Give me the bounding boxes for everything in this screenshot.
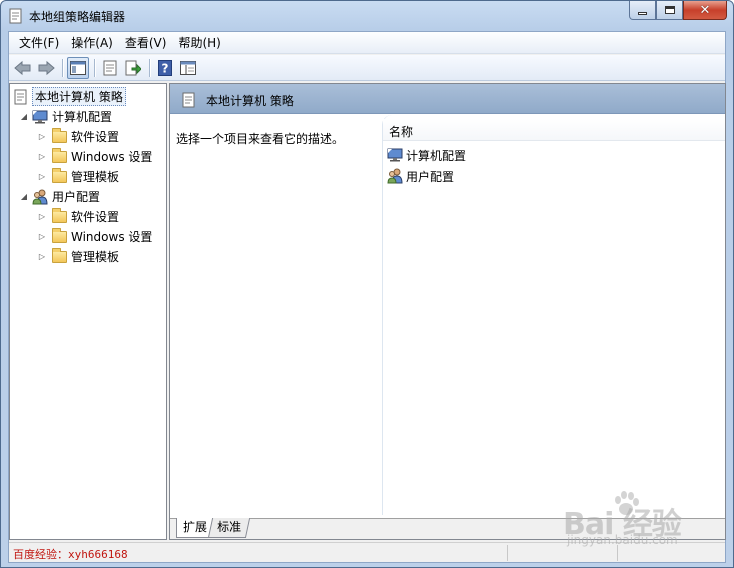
- computer-icon: [387, 148, 403, 162]
- tree-item-label: Windows 设置: [71, 230, 153, 244]
- tree-item-label: 软件设置: [71, 210, 120, 224]
- tree-item-admin-templates[interactable]: ▷ 管理模板: [38, 167, 119, 186]
- properties-button[interactable]: [99, 57, 121, 79]
- tree-item-user-software-settings[interactable]: ▷ 软件设置: [38, 207, 119, 226]
- caption-buttons: ✕: [629, 1, 727, 21]
- list-item-label: 计算机配置: [406, 148, 467, 163]
- tree-item-label: 用户配置: [52, 190, 101, 204]
- tree-item-label: Windows 设置: [71, 150, 153, 164]
- help-button[interactable]: ?: [154, 57, 176, 79]
- folder-icon: [52, 207, 67, 223]
- users-icon: [32, 189, 48, 204]
- tree-item-label: 计算机配置: [52, 110, 113, 124]
- properties-icon: [103, 60, 117, 75]
- show-hide-tree-icon: [70, 60, 86, 75]
- status-bar: 百度经验：xyh666168: [9, 542, 725, 562]
- folder-icon: [52, 127, 67, 143]
- client-area: 文件(F) 操作(A) 查看(V) 帮助(H) ? 本地计算机 策略 ◢ 计算机…: [8, 31, 726, 563]
- back-icon: [14, 60, 31, 75]
- toolbar-separator: [62, 58, 63, 77]
- column-header-name[interactable]: 名称: [383, 119, 725, 141]
- tree-item-software-settings[interactable]: ▷ 软件设置: [38, 127, 119, 146]
- svg-text:?: ?: [162, 61, 169, 75]
- collapse-arrow-icon[interactable]: ◢: [20, 192, 28, 201]
- expand-arrow-icon[interactable]: ▷: [38, 252, 46, 261]
- folder-icon: [52, 167, 67, 183]
- expand-arrow-icon[interactable]: ▷: [38, 132, 46, 141]
- export-list-button[interactable]: [122, 57, 144, 79]
- tree-item-root[interactable]: 本地计算机 策略: [14, 87, 126, 106]
- list-item-label: 用户配置: [406, 169, 455, 184]
- items-list[interactable]: 名称 计算机配置 用户配置: [382, 115, 725, 515]
- content-header-title: 本地计算机 策略: [206, 94, 294, 108]
- tree-item-label: 软件设置: [71, 130, 120, 144]
- menu-bar: 文件(F) 操作(A) 查看(V) 帮助(H): [9, 32, 725, 54]
- close-icon: ✕: [699, 2, 711, 18]
- folder-icon: [52, 147, 67, 163]
- policy-editor-icon: [9, 8, 22, 24]
- tab-standard-label: 标准: [217, 520, 242, 534]
- extended-view-button[interactable]: [177, 57, 199, 79]
- app-window: 本地组策略编辑器 ✕ 文件(F) 操作(A) 查看(V) 帮助(H) ? 本地计…: [0, 0, 734, 568]
- policy-document-icon: [182, 92, 195, 108]
- back-button[interactable]: [12, 57, 34, 79]
- help-icon: ?: [158, 59, 172, 76]
- tab-standard[interactable]: 标准: [207, 518, 251, 538]
- show-hide-tree-button[interactable]: [67, 56, 89, 79]
- policy-document-icon: [14, 89, 27, 104]
- maximize-icon: [664, 6, 675, 14]
- tree-item-user-admin-templates[interactable]: ▷ 管理模板: [38, 247, 119, 266]
- view-tabs: 扩展 标准: [170, 518, 725, 539]
- users-icon: [387, 168, 403, 184]
- menu-file[interactable]: 文件(F): [13, 33, 65, 53]
- maximize-button[interactable]: [656, 1, 683, 20]
- forward-icon: [38, 60, 55, 75]
- content-header: 本地计算机 策略: [170, 84, 725, 114]
- close-button[interactable]: ✕: [683, 1, 727, 20]
- description-text: 选择一个项目来查看它的描述。: [176, 132, 345, 146]
- tree-item-computer-config[interactable]: ◢ 计算机配置: [20, 107, 112, 126]
- status-text: 百度经验：xyh666168: [13, 548, 128, 561]
- menu-action[interactable]: 操作(A): [65, 33, 119, 53]
- expand-arrow-icon[interactable]: ▷: [38, 212, 46, 221]
- tree-item-user-config[interactable]: ◢ 用户配置: [20, 187, 100, 206]
- tree-item-windows-settings[interactable]: ▷ Windows 设置: [38, 147, 152, 166]
- window-title: 本地组策略编辑器: [29, 10, 126, 24]
- content-pane: 本地计算机 策略 选择一个项目来查看它的描述。 名称 计算机配置 用户配置 扩展…: [169, 83, 726, 540]
- expand-arrow-icon[interactable]: ▷: [38, 232, 46, 241]
- list-item-user-config[interactable]: 用户配置: [387, 166, 454, 186]
- minimize-icon: [638, 11, 647, 15]
- tree-item-label: 管理模板: [71, 170, 120, 184]
- folder-icon: [52, 247, 67, 263]
- toolbar-separator: [94, 58, 95, 77]
- title-bar[interactable]: 本地组策略编辑器 ✕: [1, 1, 733, 31]
- folder-icon: [52, 227, 67, 243]
- menu-view[interactable]: 查看(V): [119, 33, 173, 53]
- toolbar: ?: [9, 55, 725, 81]
- computer-icon: [32, 110, 48, 123]
- export-list-icon: [125, 60, 141, 75]
- tree-item-label: 本地计算机 策略: [32, 87, 126, 106]
- extended-view-icon: [180, 60, 196, 75]
- toolbar-separator: [149, 58, 150, 77]
- tree-item-user-windows-settings[interactable]: ▷ Windows 设置: [38, 227, 152, 246]
- expand-arrow-icon[interactable]: ▷: [38, 152, 46, 161]
- menu-help[interactable]: 帮助(H): [172, 33, 226, 53]
- navigation-tree[interactable]: 本地计算机 策略 ◢ 计算机配置 ▷ 软件设置 ▷ Windows 设置 ▷ 管…: [9, 83, 167, 540]
- description-pane: 选择一个项目来查看它的描述。: [170, 115, 380, 515]
- status-cell: [507, 545, 617, 561]
- column-header-label: 名称: [389, 125, 414, 139]
- status-cell: [617, 545, 717, 561]
- expand-arrow-icon[interactable]: ▷: [38, 172, 46, 181]
- collapse-arrow-icon[interactable]: ◢: [20, 112, 28, 121]
- list-item-computer-config[interactable]: 计算机配置: [387, 145, 466, 165]
- forward-button[interactable]: [35, 57, 57, 79]
- tree-item-label: 管理模板: [71, 250, 120, 264]
- minimize-button[interactable]: [629, 1, 656, 20]
